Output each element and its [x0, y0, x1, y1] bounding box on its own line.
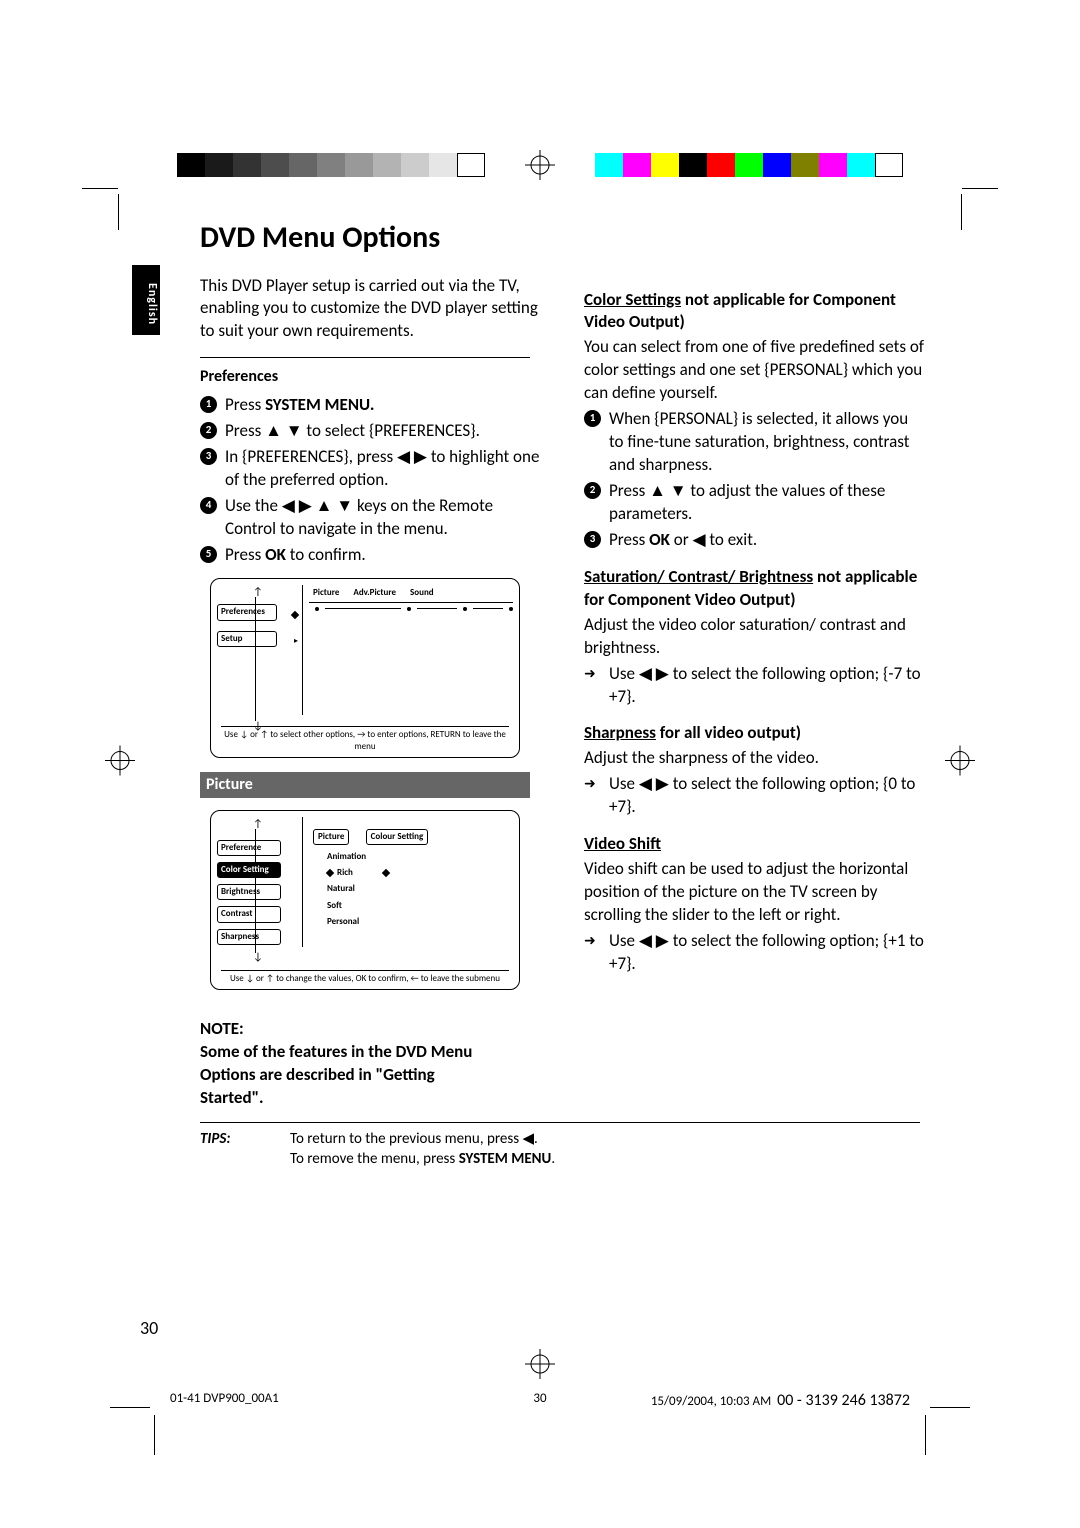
- arrow-right-icon: ➜: [584, 932, 601, 976]
- menu-item-preference: Preference: [217, 840, 281, 856]
- menu-tabs: Picture Adv.Picture Sound: [309, 587, 513, 602]
- sharp-arrow-step: ➜Use ◀ ▶ to select the following option;…: [584, 773, 924, 819]
- diamond-icon: [291, 610, 299, 618]
- colour-setting-box: Colour Setting: [366, 829, 429, 845]
- color-settings-head: Color Settings not applicable for Compon…: [584, 289, 924, 335]
- vshift-p1: Video shift can be used to adjust the ho…: [584, 858, 924, 927]
- scb-arrow-step: ➜Use ◀ ▶ to select the following option;…: [584, 663, 924, 709]
- down-arrow-icon: ↓: [253, 950, 263, 965]
- right-column: Color Settings not applicable for Compon…: [584, 275, 924, 1110]
- page-title: DVD Menu Options: [200, 218, 940, 259]
- preferences-heading: Preferences: [200, 366, 530, 388]
- left-column: This DVD Player setup is carried out via…: [200, 275, 540, 1110]
- opt-rich: Rich: [327, 867, 513, 879]
- picture-title-box: Picture: [313, 829, 349, 845]
- intro-paragraph: This DVD Player setup is carried out via…: [200, 275, 540, 344]
- tips-line-1: To return to the previous menu, press ◀.: [290, 1129, 555, 1149]
- crop-mark-bl: [110, 1407, 150, 1408]
- arrow-right-icon: ➜: [584, 665, 601, 709]
- menu-item-sharpness: Sharpness: [217, 929, 281, 945]
- vshift-head: Video Shift: [584, 833, 924, 856]
- sharp-p1: Adjust the sharpness of the video.: [584, 747, 924, 770]
- opt-soft: Soft: [327, 900, 513, 912]
- registration-target-left-icon: [105, 746, 135, 783]
- note-text: NOTE:Some of the features in the DVD Men…: [200, 1018, 500, 1110]
- menu-hint: Use ↓ or ↑ to change the values, OK to c…: [221, 970, 509, 985]
- page-body: English DVD Menu Options This DVD Player…: [140, 210, 940, 1340]
- menu-item-color-setting: Color Setting: [217, 862, 281, 878]
- tips-label: TIPS:: [200, 1129, 290, 1170]
- pref-step-4: 4Use the ◀ ▶ ▲ ▼ keys on the Remote Cont…: [200, 495, 540, 541]
- arrow-right-icon: ➜: [584, 775, 601, 819]
- crop-mark-br: [934, 1407, 970, 1408]
- sharp-head: Sharpness for all video output): [584, 722, 924, 745]
- menu-item-contrast: Contrast: [217, 906, 281, 922]
- color-settings-p1: You can select from one of five predefin…: [584, 336, 924, 405]
- footer-center: 30: [533, 1390, 546, 1408]
- divider: [200, 357, 530, 358]
- two-column-layout: This DVD Player setup is carried out via…: [200, 275, 940, 1110]
- registration-target-bottom-icon: [525, 1349, 555, 1386]
- picture-menu-screenshot: ↑ ↓ Preference Color Setting Brightness …: [210, 810, 520, 990]
- color-step-2: 2Press ▲ ▼ to adjust the values of these…: [584, 480, 924, 526]
- color-step-3: 3Press OK or ◀ to exit.: [584, 529, 924, 552]
- opt-personal: Personal: [327, 916, 513, 928]
- vshift-arrow-step: ➜Use ◀ ▶ to select the following option;…: [584, 930, 924, 976]
- menu-hint: Use ↓ or ↑ to select other options, → to…: [221, 726, 509, 753]
- opt-natural: Natural: [327, 883, 513, 895]
- picture-heading: Picture: [200, 772, 530, 798]
- color-bars: [595, 153, 903, 177]
- registration-target-right-icon: [945, 746, 975, 783]
- scb-head: Saturation/ Contrast/ Brightness not app…: [584, 566, 924, 612]
- footer-right: 15/09/2004, 10:03 AM 00 - 3139 246 13872: [651, 1390, 910, 1412]
- menu-item-preferences: Preferences: [217, 604, 277, 620]
- pref-step-5: 5Press OK to confirm.: [200, 544, 540, 567]
- opt-animation: Animation: [327, 851, 513, 863]
- pref-step-1: 1Press SYSTEM MENU.: [200, 394, 540, 417]
- registration-target-icon: [525, 150, 555, 180]
- tips-line-2: To remove the menu, press SYSTEM MENU.: [290, 1149, 555, 1169]
- footer-left: 01-41 DVP900_00A1: [170, 1390, 279, 1408]
- language-tab: English: [132, 265, 160, 335]
- menu-item-setup: Setup: [217, 631, 277, 647]
- registration-strip-top: [0, 150, 1080, 180]
- color-step-1: 1When {PERSONAL} is selected, it allows …: [584, 408, 924, 477]
- page-number: 30: [140, 1316, 158, 1340]
- gray-bars: [177, 153, 485, 177]
- pref-step-2: 2Press ▲ ▼ to select {PREFERENCES}.: [200, 420, 540, 443]
- menu-item-brightness: Brightness: [217, 884, 281, 900]
- tips-row: TIPS: To return to the previous menu, pr…: [200, 1122, 920, 1170]
- pref-step-3: 3In {PREFERENCES}, press ◀ ▶ to highligh…: [200, 446, 540, 492]
- scb-p1: Adjust the video color saturation/ contr…: [584, 614, 924, 660]
- preferences-menu-screenshot: ↑ ↓ Preferences Setup ▸ Picture Adv.Pict…: [210, 578, 520, 758]
